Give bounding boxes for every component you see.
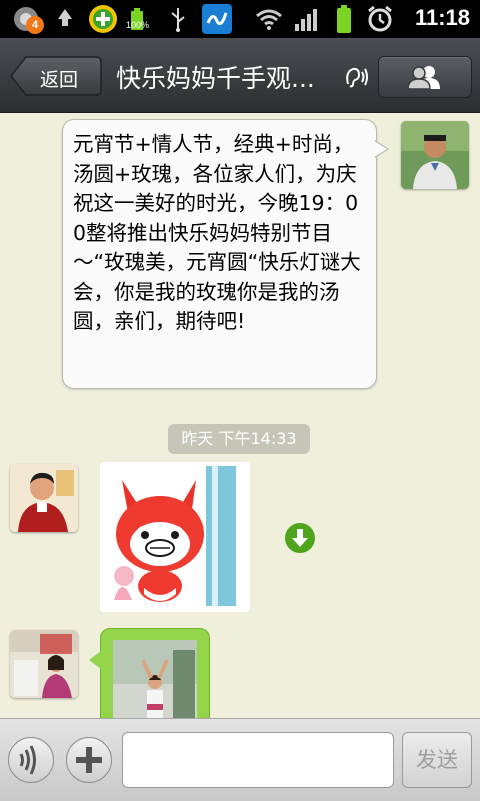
voice-icon <box>19 745 36 775</box>
clock: 11:18 <box>414 5 470 30</box>
input-bar: 发送 <box>0 718 480 801</box>
avatar-self[interactable] <box>401 121 469 189</box>
message-text: 元宵节+情人节，经典+时尚，汤圆+玫瑰，各位家人们，为庆祝这一美好的时光，今晚1… <box>73 132 361 333</box>
avatar-sender-2[interactable] <box>10 630 78 698</box>
send-button[interactable]: 发送 <box>402 732 472 788</box>
fox-sticker-image <box>100 462 250 612</box>
plus-icon <box>76 747 102 773</box>
bubble-tail <box>374 141 387 157</box>
image-message-incoming[interactable] <box>89 628 210 730</box>
message-input[interactable] <box>122 732 394 788</box>
app-logo-icon <box>200 4 234 34</box>
download-icon[interactable] <box>284 522 316 554</box>
members-button[interactable] <box>378 56 472 98</box>
bubble-tail <box>89 651 101 669</box>
voice-button[interactable] <box>8 737 54 783</box>
message-bubble-outgoing[interactable]: 元宵节+情人节，经典+时尚，汤圆+玫瑰，各位家人们，为庆祝这一美好的时光，今晚1… <box>62 119 389 389</box>
battery-percent: 100% <box>126 20 150 30</box>
title-bar: 返回 快乐妈妈千手观... <box>0 38 480 113</box>
chat-title: 快乐妈妈千手观... <box>116 64 315 93</box>
back-label: 返回 <box>40 69 79 91</box>
alarm-icon <box>366 4 394 34</box>
members-icon <box>407 66 440 90</box>
sticker-message[interactable] <box>100 462 250 612</box>
earpiece-icon <box>343 66 369 92</box>
wifi-icon <box>254 4 284 34</box>
recycle-icon <box>50 4 80 34</box>
image-thumbnail <box>113 640 197 730</box>
signal-icon <box>294 4 320 34</box>
game-plus-icon <box>86 4 120 34</box>
back-button[interactable]: 返回 <box>10 56 102 96</box>
battery-icon <box>334 4 354 34</box>
add-attachment-button[interactable] <box>66 737 112 783</box>
usb-icon <box>166 4 190 34</box>
status-bar: 4 100% 11:18 <box>0 0 480 38</box>
notification-count-badge: 4 <box>26 16 44 34</box>
timestamp-divider: 昨天 下午14:33 <box>168 424 310 454</box>
avatar-sender-1[interactable] <box>10 464 78 532</box>
